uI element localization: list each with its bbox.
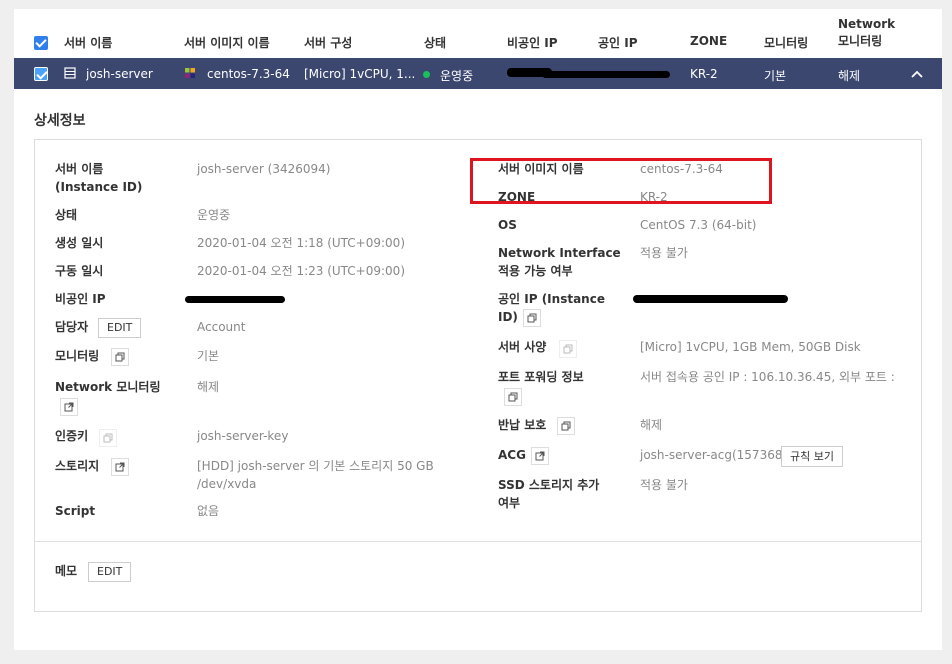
col-image-name[interactable]: 서버 이미지 이름 bbox=[184, 34, 270, 51]
centos-icon bbox=[184, 67, 196, 79]
spec-value: [Micro] 1vCPU, 1GB Mem, 50GB Disk bbox=[640, 340, 861, 354]
col-server-name[interactable]: 서버 이름 bbox=[64, 34, 112, 51]
acg-value: josh-server-acg(157368) bbox=[640, 448, 788, 462]
auth-key-label: 인증키 bbox=[55, 429, 89, 443]
col-zone[interactable]: ZONE bbox=[690, 34, 727, 48]
created-label: 생성 일시 bbox=[55, 236, 104, 250]
copy-icon[interactable] bbox=[504, 388, 522, 406]
monitoring-value: 기본 bbox=[197, 349, 220, 363]
redacted-public-ip-value bbox=[633, 295, 788, 303]
status-dot bbox=[423, 71, 430, 78]
row-monitoring: 기본 bbox=[764, 69, 787, 83]
select-all-checkbox[interactable] bbox=[34, 36, 48, 50]
monitoring-label: 모니터링 bbox=[55, 349, 100, 363]
table-row[interactable]: josh-server centos-7.3-64 [Micro] 1vCPU,… bbox=[14, 58, 942, 89]
detail-title: 상세정보 bbox=[34, 113, 86, 129]
auth-key-value: josh-server-key bbox=[197, 429, 289, 443]
row-image-name: centos-7.3-64 bbox=[207, 67, 290, 81]
storage-value-1: [HDD] josh-server 의 기본 스토리지 50 GB bbox=[197, 459, 434, 473]
col-config[interactable]: 서버 구성 bbox=[304, 34, 352, 51]
ssd-value: 적용 불가 bbox=[640, 478, 688, 492]
started-label: 구동 일시 bbox=[55, 264, 104, 278]
owner-label: 담당자 bbox=[55, 320, 89, 334]
script-value: 없음 bbox=[197, 504, 220, 518]
col-public-ip[interactable]: 공인 IP bbox=[598, 34, 638, 51]
detail-box: 서버 이름 (Instance ID) josh-server (3426094… bbox=[34, 139, 922, 612]
row-config: [Micro] 1vCPU, 1... bbox=[304, 67, 414, 81]
return-protect-value: 해제 bbox=[640, 418, 663, 432]
status-label: 상태 bbox=[55, 208, 78, 222]
redacted-private-ip-value bbox=[185, 296, 285, 303]
os-label: OS bbox=[498, 218, 517, 232]
memo-divider bbox=[35, 541, 921, 542]
table-header: 서버 이름 서버 이미지 이름 서버 구성 상태 비공인 IP 공인 IP ZO… bbox=[14, 9, 942, 58]
spec-label: 서버 사양 bbox=[498, 340, 547, 354]
copy-icon[interactable] bbox=[523, 309, 541, 327]
net-if-label: Network Interface 적용 가능 여부 bbox=[498, 246, 621, 278]
copy-icon[interactable] bbox=[557, 417, 575, 435]
net-monitoring-label: Network 모니터링 bbox=[55, 380, 161, 394]
public-ip-label-2: ID) bbox=[498, 310, 518, 324]
owner-value: Account bbox=[197, 320, 246, 334]
public-ip-label: 공인 IP (Instance bbox=[498, 292, 605, 306]
port-forwarding-value: 서버 접속용 공인 IP : 106.10.36.45, 외부 포트 : bbox=[640, 370, 895, 384]
ssd-label: SSD 스토리지 추가 여부 bbox=[498, 478, 600, 510]
memo-label: 메모 bbox=[55, 564, 78, 578]
server-name-value: josh-server (3426094) bbox=[197, 162, 331, 176]
acg-label: ACG bbox=[498, 448, 526, 462]
memo-edit-button[interactable]: EDIT bbox=[88, 562, 132, 582]
server-icon bbox=[64, 67, 76, 79]
external-link-icon[interactable] bbox=[531, 447, 549, 465]
row-status: 운영중 bbox=[440, 69, 474, 83]
server-name-label: 서버 이름 (Instance ID) bbox=[55, 162, 143, 194]
storage-label: 스토리지 bbox=[55, 459, 100, 473]
external-link-icon[interactable] bbox=[60, 398, 78, 416]
external-link-icon[interactable] bbox=[111, 458, 129, 476]
server-panel: 서버 이름 서버 이미지 이름 서버 구성 상태 비공인 IP 공인 IP ZO… bbox=[14, 9, 942, 650]
net-monitoring-value: 해제 bbox=[197, 380, 220, 394]
net-if-value: 적용 불가 bbox=[640, 246, 688, 260]
copy-icon[interactable] bbox=[111, 348, 129, 366]
private-ip-label: 비공인 IP bbox=[55, 292, 106, 306]
row-server-name[interactable]: josh-server bbox=[86, 67, 153, 81]
col-private-ip[interactable]: 비공인 IP bbox=[507, 34, 558, 51]
storage-value-2: /dev/xvda bbox=[197, 477, 257, 491]
redacted-public-ip bbox=[542, 71, 670, 78]
row-zone: KR-2 bbox=[690, 67, 718, 81]
copy-icon-disabled bbox=[559, 340, 577, 358]
copy-icon-disabled bbox=[99, 429, 117, 447]
script-label: Script bbox=[55, 504, 96, 518]
row-network-monitoring: 해제 bbox=[838, 69, 861, 83]
col-monitoring[interactable]: 모니터링 bbox=[764, 34, 808, 51]
public-ip-highlight-box bbox=[470, 158, 772, 204]
col-status[interactable]: 상태 bbox=[424, 34, 446, 51]
port-forwarding-label: 포트 포워딩 정보 bbox=[498, 370, 584, 384]
acg-rules-button[interactable]: 규칙 보기 bbox=[781, 446, 843, 467]
return-protect-label: 반납 보호 bbox=[498, 418, 547, 432]
os-value: CentOS 7.3 (64-bit) bbox=[640, 218, 757, 232]
owner-edit-button[interactable]: EDIT bbox=[98, 318, 142, 338]
created-value: 2020-01-04 오전 1:18 (UTC+09:00) bbox=[197, 236, 405, 250]
col-network-monitoring[interactable]: Network 모니터링 bbox=[838, 16, 895, 50]
row-checkbox[interactable] bbox=[34, 67, 48, 81]
status-value: 운영중 bbox=[197, 208, 231, 222]
collapse-chevron-icon[interactable] bbox=[910, 68, 924, 80]
started-value: 2020-01-04 오전 1:23 (UTC+09:00) bbox=[197, 264, 405, 278]
